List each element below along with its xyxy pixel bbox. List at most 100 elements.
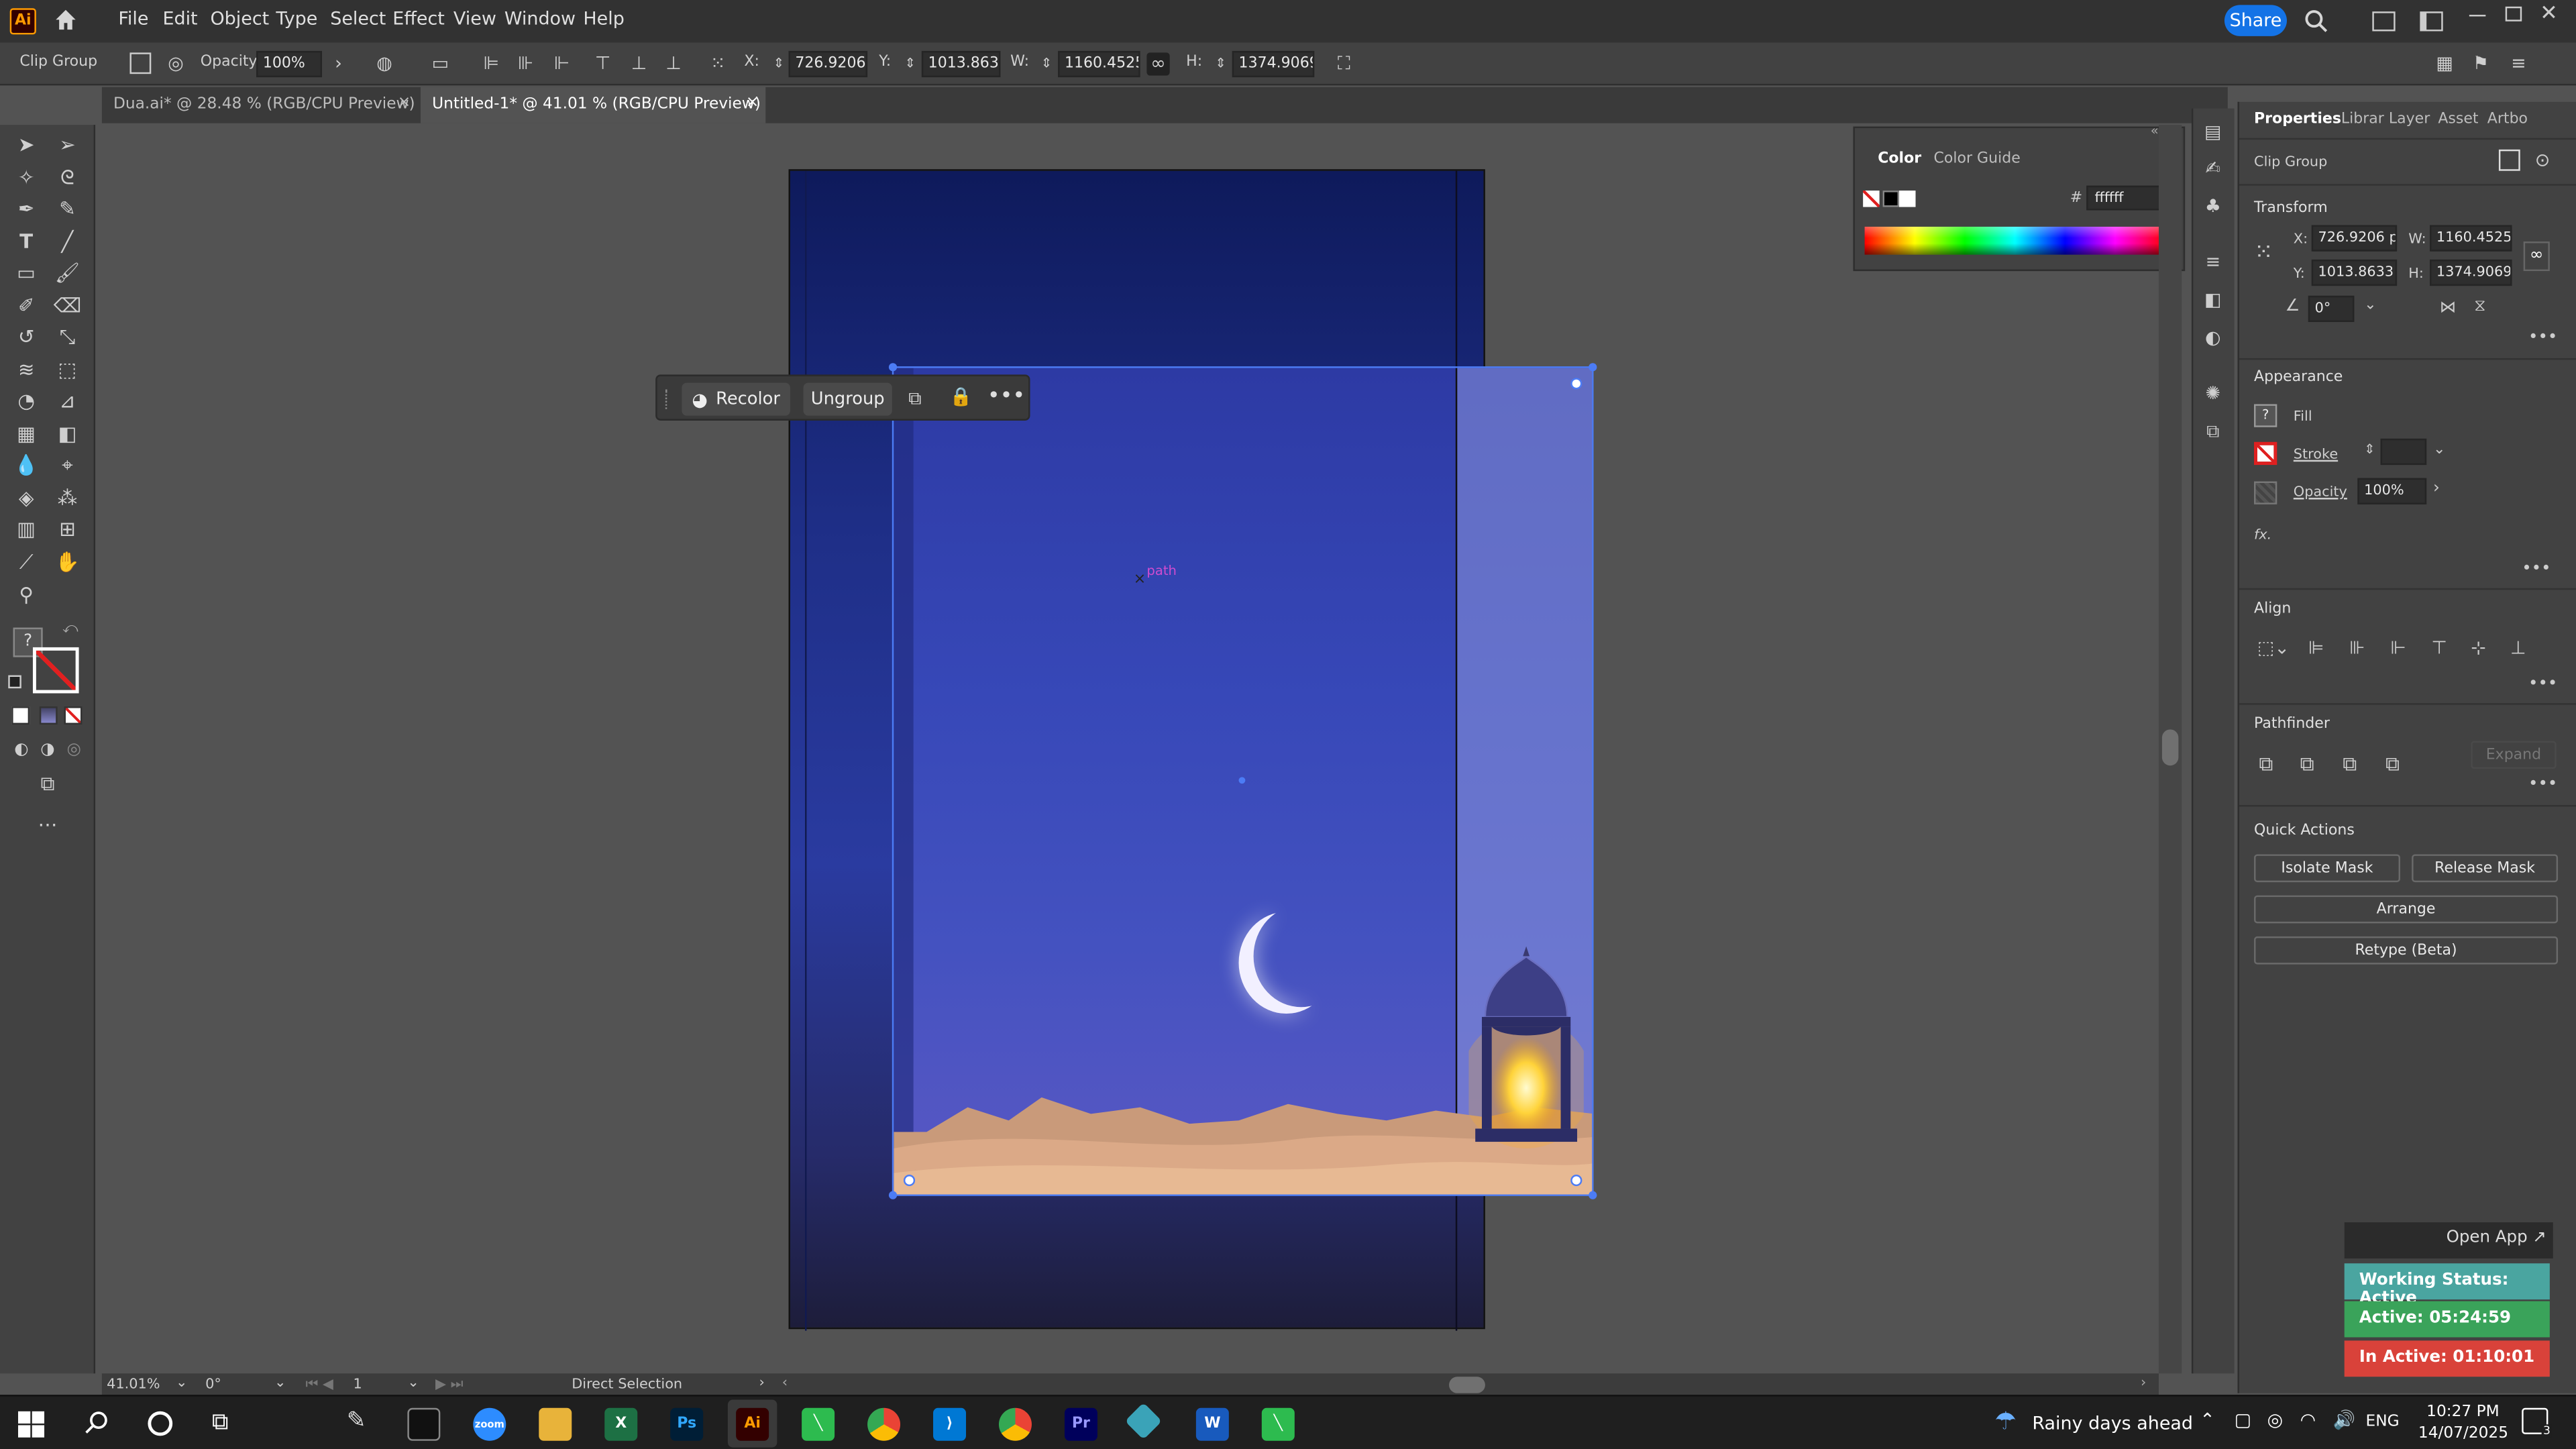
stroke-none-swatch[interactable] (32, 647, 79, 694)
tab-libraries[interactable]: Librar (2341, 112, 2384, 128)
pen-tool-icon[interactable]: ✒ (11, 194, 41, 223)
draw-behind-icon[interactable]: ◑ (33, 736, 62, 765)
draw-inside-icon[interactable]: ◎ (59, 736, 89, 765)
align-bottom-icon[interactable]: ⊥ (662, 52, 685, 75)
chevron-down-icon[interactable]: ⌄ (176, 1375, 187, 1391)
gradient-tool-icon[interactable]: ◧ (52, 419, 82, 448)
graph-tool-icon[interactable]: ▥ (11, 515, 41, 544)
w-input[interactable]: 1160.4525 (2430, 225, 2512, 252)
artboard-number[interactable]: 1 (354, 1377, 362, 1393)
scroll-right-icon[interactable]: › (2141, 1375, 2146, 1391)
maximize-icon[interactable] (2505, 6, 2522, 21)
blend-tool-icon[interactable]: ◈ (11, 483, 41, 513)
pen-icon[interactable]: ✎ (347, 1408, 366, 1434)
more-options-icon[interactable]: ••• (2522, 560, 2551, 578)
gradient-panel-icon[interactable]: ◧ (2202, 289, 2224, 312)
clock-date[interactable]: 14/07/2025 (2418, 1424, 2508, 1442)
shaper-tool-icon[interactable]: ✐ (11, 290, 41, 320)
gradient-mode-icon[interactable] (39, 706, 58, 725)
panel-collapse-icon[interactable]: « (2151, 123, 2159, 138)
more-options-icon[interactable]: ••• (987, 384, 1025, 409)
align-right-icon[interactable]: ⊩ (550, 52, 573, 75)
task-view-icon[interactable]: ⧉ (212, 1409, 228, 1436)
panel-grid-icon[interactable]: ▦ (2433, 52, 2456, 75)
scale-tool-icon[interactable]: ⤡ (52, 322, 82, 352)
swap-fill-stroke-icon[interactable]: ⤺ (62, 621, 78, 637)
libraries-panel-icon[interactable]: ▤ (2202, 121, 2224, 144)
screen-mode-icon[interactable]: ⧉ (33, 769, 62, 798)
arrange-documents-icon[interactable] (2372, 11, 2396, 32)
opacity-input[interactable]: 100% (2357, 478, 2427, 504)
tracker-app-icon-2[interactable]: ╲ (1261, 1407, 1295, 1441)
minimize-icon[interactable] (2469, 15, 2486, 17)
tab-color-guide[interactable]: Color Guide (1933, 151, 2020, 167)
bounding-box-handle[interactable] (1589, 363, 1597, 372)
align-left-icon[interactable]: ⊫ (480, 52, 502, 75)
reference-point-icon[interactable]: ⁙ (2254, 240, 2273, 266)
bounding-box-handle[interactable] (1589, 1191, 1597, 1199)
draw-normal-icon[interactable]: ◐ (7, 736, 36, 765)
artboard-nav-icons[interactable]: ⏮ ◀ (306, 1377, 333, 1393)
search-icon[interactable] (84, 1409, 110, 1436)
x-stepper-icon[interactable]: ⇕ (767, 52, 790, 75)
eraser-tool-icon[interactable]: ⌫ (52, 290, 82, 320)
warp-tool-icon[interactable]: ≋ (11, 355, 41, 384)
tray-app-icon[interactable]: ▢ (2235, 1409, 2251, 1431)
transparency-panel-icon[interactable]: ◐ (2202, 327, 2224, 350)
tab-color[interactable]: Color (1878, 151, 1921, 167)
ungroup-button[interactable]: Ungroup (803, 382, 892, 416)
x-input[interactable]: 726.9206 p (788, 50, 868, 78)
lock-icon[interactable]: 🔒 (950, 386, 973, 408)
chevron-up-icon[interactable]: ⌃ (2200, 1409, 2215, 1431)
align-top-icon[interactable]: ⊤ (592, 52, 614, 75)
reference-point-icon[interactable]: ⁙ (706, 52, 729, 75)
tab-close-icon[interactable]: × (398, 94, 411, 112)
h-input[interactable]: 1374.9069 p (1232, 50, 1315, 78)
menu-window[interactable]: Window (504, 8, 576, 30)
magic-wand-tool-icon[interactable]: ✧ (11, 162, 41, 192)
free-transform-tool-icon[interactable]: ⬚ (52, 355, 82, 384)
none-mode-icon[interactable] (64, 706, 83, 725)
align-hcenter-icon[interactable]: ⊪ (515, 52, 537, 75)
bounding-box-handle[interactable] (888, 363, 898, 372)
edit-toolbar-icon[interactable]: ⋯ (33, 810, 62, 839)
expand-button[interactable]: Expand (2471, 741, 2557, 769)
app-icon[interactable] (1124, 1402, 1163, 1440)
isolate-mask-button[interactable]: Isolate Mask (2254, 854, 2400, 883)
corner-widget-handle[interactable] (1570, 378, 1582, 390)
terminal-icon[interactable] (407, 1407, 441, 1441)
graphic-styles-panel-icon[interactable]: ⧉ (2202, 421, 2224, 443)
tab-assets[interactable]: Asset (2438, 112, 2478, 128)
weather-text[interactable]: Rainy days ahead (2032, 1413, 2193, 1434)
zoom-tool-icon[interactable]: ⚲ (11, 580, 41, 609)
chevron-down-icon[interactable]: ⌄ (274, 1375, 286, 1391)
align-right-icon[interactable]: ⊩ (2390, 637, 2406, 659)
close-icon[interactable]: ✕ (2540, 1, 2558, 26)
chevron-right-icon[interactable]: › (327, 52, 350, 75)
tracker-app-icon[interactable]: ╲ (802, 1407, 835, 1441)
stroke-swatch[interactable] (2254, 441, 2277, 466)
panel-menu-icon[interactable]: ≡ (2507, 52, 2530, 75)
tab-dua[interactable]: Dua.ai* @ 28.48 % (RGB/CPU Preview) × (102, 87, 417, 123)
style-icon[interactable]: ◍ (373, 52, 396, 75)
release-mask-button[interactable]: Release Mask (2412, 854, 2559, 883)
hex-input[interactable]: ffffff (2086, 185, 2165, 211)
home-icon[interactable] (52, 7, 78, 33)
stroke-weight-input[interactable] (2380, 438, 2427, 466)
direct-selection-tool-icon[interactable]: ➢ (52, 129, 82, 159)
flip-horizontal-icon[interactable]: ⋈ (2440, 299, 2456, 317)
selection-tool-icon[interactable]: ➤ (11, 129, 41, 159)
arrange-button[interactable]: Arrange (2254, 895, 2559, 924)
align-hcenter-icon[interactable]: ⊪ (2349, 637, 2365, 659)
paintbrush-tool-icon[interactable]: 🖌 (52, 258, 82, 287)
corner-widget-handle[interactable] (1570, 1175, 1582, 1187)
chevron-down-icon[interactable]: ⌄ (2364, 297, 2376, 313)
tray-status-icon[interactable]: ◎ (2267, 1409, 2284, 1431)
zoom-level[interactable]: 41.01% (107, 1377, 160, 1393)
h-stepper-icon[interactable]: ⇕ (1209, 52, 1232, 75)
shape-builder-tool-icon[interactable]: ◔ (11, 386, 41, 416)
photoshop-icon[interactable]: Ps (670, 1407, 704, 1441)
chevron-down-icon[interactable]: ⌄ (407, 1375, 419, 1391)
tab-untitled[interactable]: Untitled-1* @ 41.01 % (RGB/CPU Preview) … (420, 87, 766, 123)
rotate-tool-icon[interactable]: ↺ (11, 322, 41, 352)
